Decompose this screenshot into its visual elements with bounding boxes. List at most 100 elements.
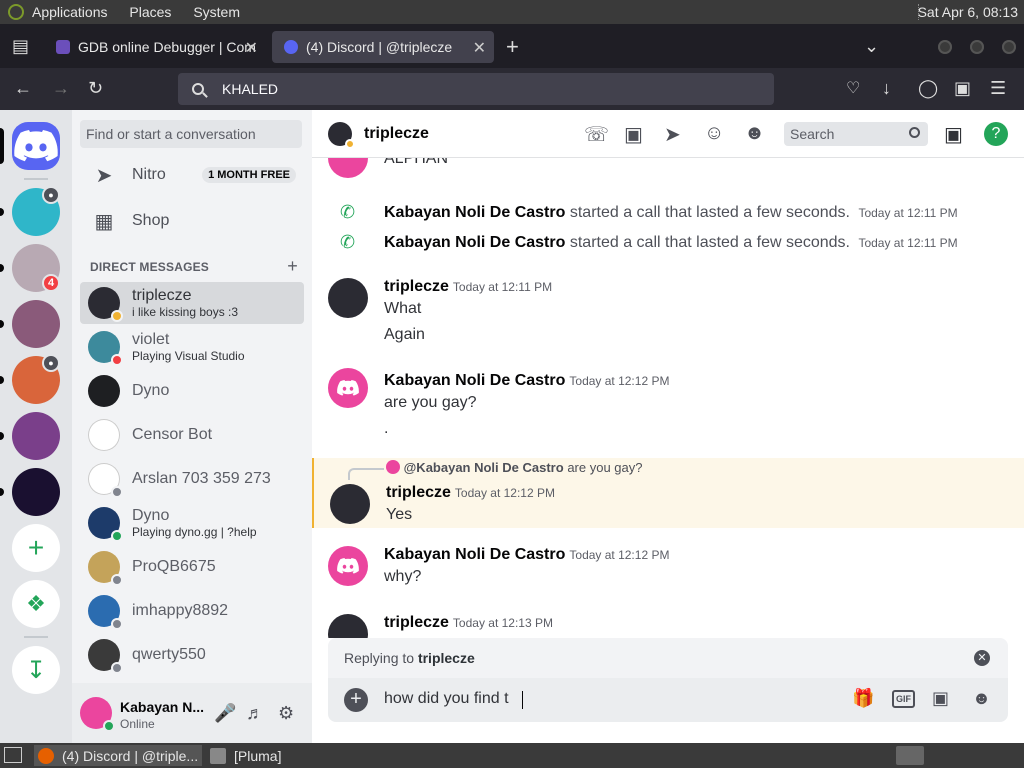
window-close-button[interactable] <box>1002 40 1016 54</box>
server-icon[interactable] <box>12 300 60 348</box>
voice-call-icon[interactable]: ☏ <box>584 122 609 147</box>
taskbar-item-discord[interactable]: (4) Discord | @triple... <box>34 745 202 766</box>
dm-item[interactable]: Dyno Playing dyno.gg | ?help <box>80 502 304 544</box>
dm-name: imhappy8892 <box>132 602 229 619</box>
dm-item[interactable]: ProQB6675 <box>80 546 304 588</box>
nitro-link[interactable]: ➤ Nitro 1 MONTH FREE <box>80 154 304 196</box>
author-name[interactable]: Kabayan Noli De Castro <box>384 204 565 221</box>
dm-item[interactable]: Censor Bot <box>80 414 304 456</box>
pocket-icon[interactable]: ♡ <box>846 78 860 98</box>
author-name[interactable]: Kabayan Noli De Castro <box>384 546 565 563</box>
author-name[interactable]: Kabayan Noli De Castro <box>384 372 565 389</box>
replying-prefix: Replying to <box>344 650 415 666</box>
workspace-switcher[interactable] <box>896 746 924 765</box>
dm-item[interactable]: Arslan 703 359 273 <box>80 458 304 500</box>
dm-search-input[interactable]: Find or start a conversation <box>80 120 302 148</box>
avatar[interactable] <box>330 484 370 524</box>
avatar[interactable] <box>328 278 368 318</box>
mute-icon[interactable]: 🎤 <box>214 703 236 724</box>
cancel-reply-icon[interactable]: ✕ <box>974 650 990 666</box>
avatar[interactable] <box>328 546 368 586</box>
attach-plus-icon[interactable]: + <box>344 688 368 712</box>
headphones-icon[interactable]: ♬ <box>246 703 264 724</box>
message-group-highlighted: @Kabayan Noli De Castro are you gay? tri… <box>312 458 1024 528</box>
server-icon[interactable] <box>12 412 60 460</box>
os-logo-icon[interactable] <box>8 4 24 20</box>
url-bar[interactable]: KHALED <box>178 73 774 105</box>
clock[interactable]: Sat Apr 6, 08:13 <box>918 4 1018 20</box>
window-maximize-button[interactable] <box>970 40 984 54</box>
timestamp: Today at 12:12 PM <box>569 548 670 562</box>
tab-list-icon[interactable]: ▤ <box>12 36 29 57</box>
search-icon <box>192 83 204 95</box>
message-composer[interactable]: + how did you find t 🎁 GIF ▣ ☻ <box>328 678 1008 722</box>
menu-applications[interactable]: Applications <box>32 4 108 20</box>
timestamp: Today at 12:13 PM <box>452 616 553 630</box>
browser-tab-bar: ▤ GDB online Debugger | Com ✕ (4) Discor… <box>0 24 1024 68</box>
window-minimize-button[interactable] <box>938 40 952 54</box>
channel-name[interactable]: triplecze <box>364 125 429 143</box>
tab-discord[interactable]: (4) Discord | @triplecze ✕ <box>272 31 494 63</box>
status-dnd-icon <box>111 354 123 366</box>
tab-gdb[interactable]: GDB online Debugger | Com ✕ <box>44 31 266 63</box>
gift-icon[interactable]: 🎁 <box>852 688 874 709</box>
avatar[interactable] <box>328 121 355 149</box>
avatar <box>88 419 120 451</box>
add-friend-icon[interactable]: ☺ <box>704 122 724 145</box>
user-profile-icon[interactable]: ☻ <box>744 122 765 145</box>
dm-item[interactable]: triplecze i like kissing boys :3 <box>80 282 304 324</box>
avatar[interactable] <box>328 614 368 638</box>
back-icon[interactable]: ← <box>14 78 32 99</box>
reload-icon[interactable]: ↻ <box>88 78 103 99</box>
dm-item[interactable]: violet Playing Visual Studio <box>80 326 304 368</box>
direct-messages-home[interactable] <box>12 122 60 170</box>
create-dm-icon[interactable]: + <box>287 256 298 277</box>
avatar <box>88 331 123 366</box>
shop-link[interactable]: ▦ Shop <box>80 200 304 242</box>
avatar[interactable] <box>328 368 368 408</box>
call-text: started a call that lasted a few seconds… <box>569 234 850 251</box>
taskbar-item-pluma[interactable]: [Pluma] <box>206 745 386 766</box>
add-server-button[interactable]: + <box>12 524 60 572</box>
dm-item[interactable]: qwerty550 <box>80 634 304 676</box>
server-icon[interactable] <box>12 468 60 516</box>
help-icon[interactable]: ? <box>984 122 1008 146</box>
video-call-icon[interactable]: ▣ <box>624 122 643 147</box>
extensions-icon[interactable]: ▣ <box>954 78 971 99</box>
inbox-icon[interactable]: ▣ <box>944 122 963 147</box>
close-icon[interactable]: ✕ <box>473 38 486 58</box>
explore-servers-icon[interactable]: ❖ <box>12 580 60 628</box>
download-apps-icon[interactable]: ↧ <box>12 646 60 694</box>
author-name[interactable]: Kabayan Noli De Castro <box>384 234 565 251</box>
emoji-icon[interactable]: ☻ <box>972 688 991 709</box>
menu-system[interactable]: System <box>193 4 240 20</box>
avatar[interactable] <box>80 697 115 732</box>
chevron-down-icon[interactable]: ⌄ <box>864 36 879 57</box>
sticker-icon[interactable]: ▣ <box>932 688 949 709</box>
avatar <box>88 551 123 586</box>
account-icon[interactable]: ◯ <box>918 78 938 99</box>
author-name[interactable]: triplecze <box>386 484 451 501</box>
show-desktop-icon[interactable] <box>4 747 22 763</box>
username[interactable]: Kabayan N... <box>120 699 204 715</box>
timestamp: Today at 12:11 PM <box>452 280 553 294</box>
reply-text: are you gay? <box>567 460 643 475</box>
dm-item[interactable]: Dyno <box>80 370 304 412</box>
dm-item[interactable]: imhappy8892 <box>80 590 304 632</box>
gif-button[interactable]: GIF <box>892 690 915 708</box>
author-name[interactable]: triplecze <box>384 614 449 631</box>
author-name[interactable]: triplecze <box>384 278 449 295</box>
channel-search-input[interactable]: Search <box>784 122 928 146</box>
message-input[interactable]: how did you find t <box>384 690 509 708</box>
avatar[interactable] <box>328 158 368 178</box>
reply-preview[interactable]: @Kabayan Noli De Castro are you gay? <box>386 460 642 475</box>
close-icon[interactable]: ✕ <box>245 38 258 58</box>
menu-places[interactable]: Places <box>129 4 171 20</box>
forward-icon[interactable]: → <box>52 78 70 99</box>
pin-icon[interactable]: ➤ <box>664 122 681 147</box>
new-tab-icon[interactable]: + <box>506 34 519 60</box>
unread-pill <box>0 208 4 216</box>
downloads-icon[interactable]: ↓ <box>882 78 891 99</box>
hamburger-menu-icon[interactable]: ☰ <box>990 78 1006 99</box>
settings-gear-icon[interactable]: ⚙ <box>278 703 294 724</box>
